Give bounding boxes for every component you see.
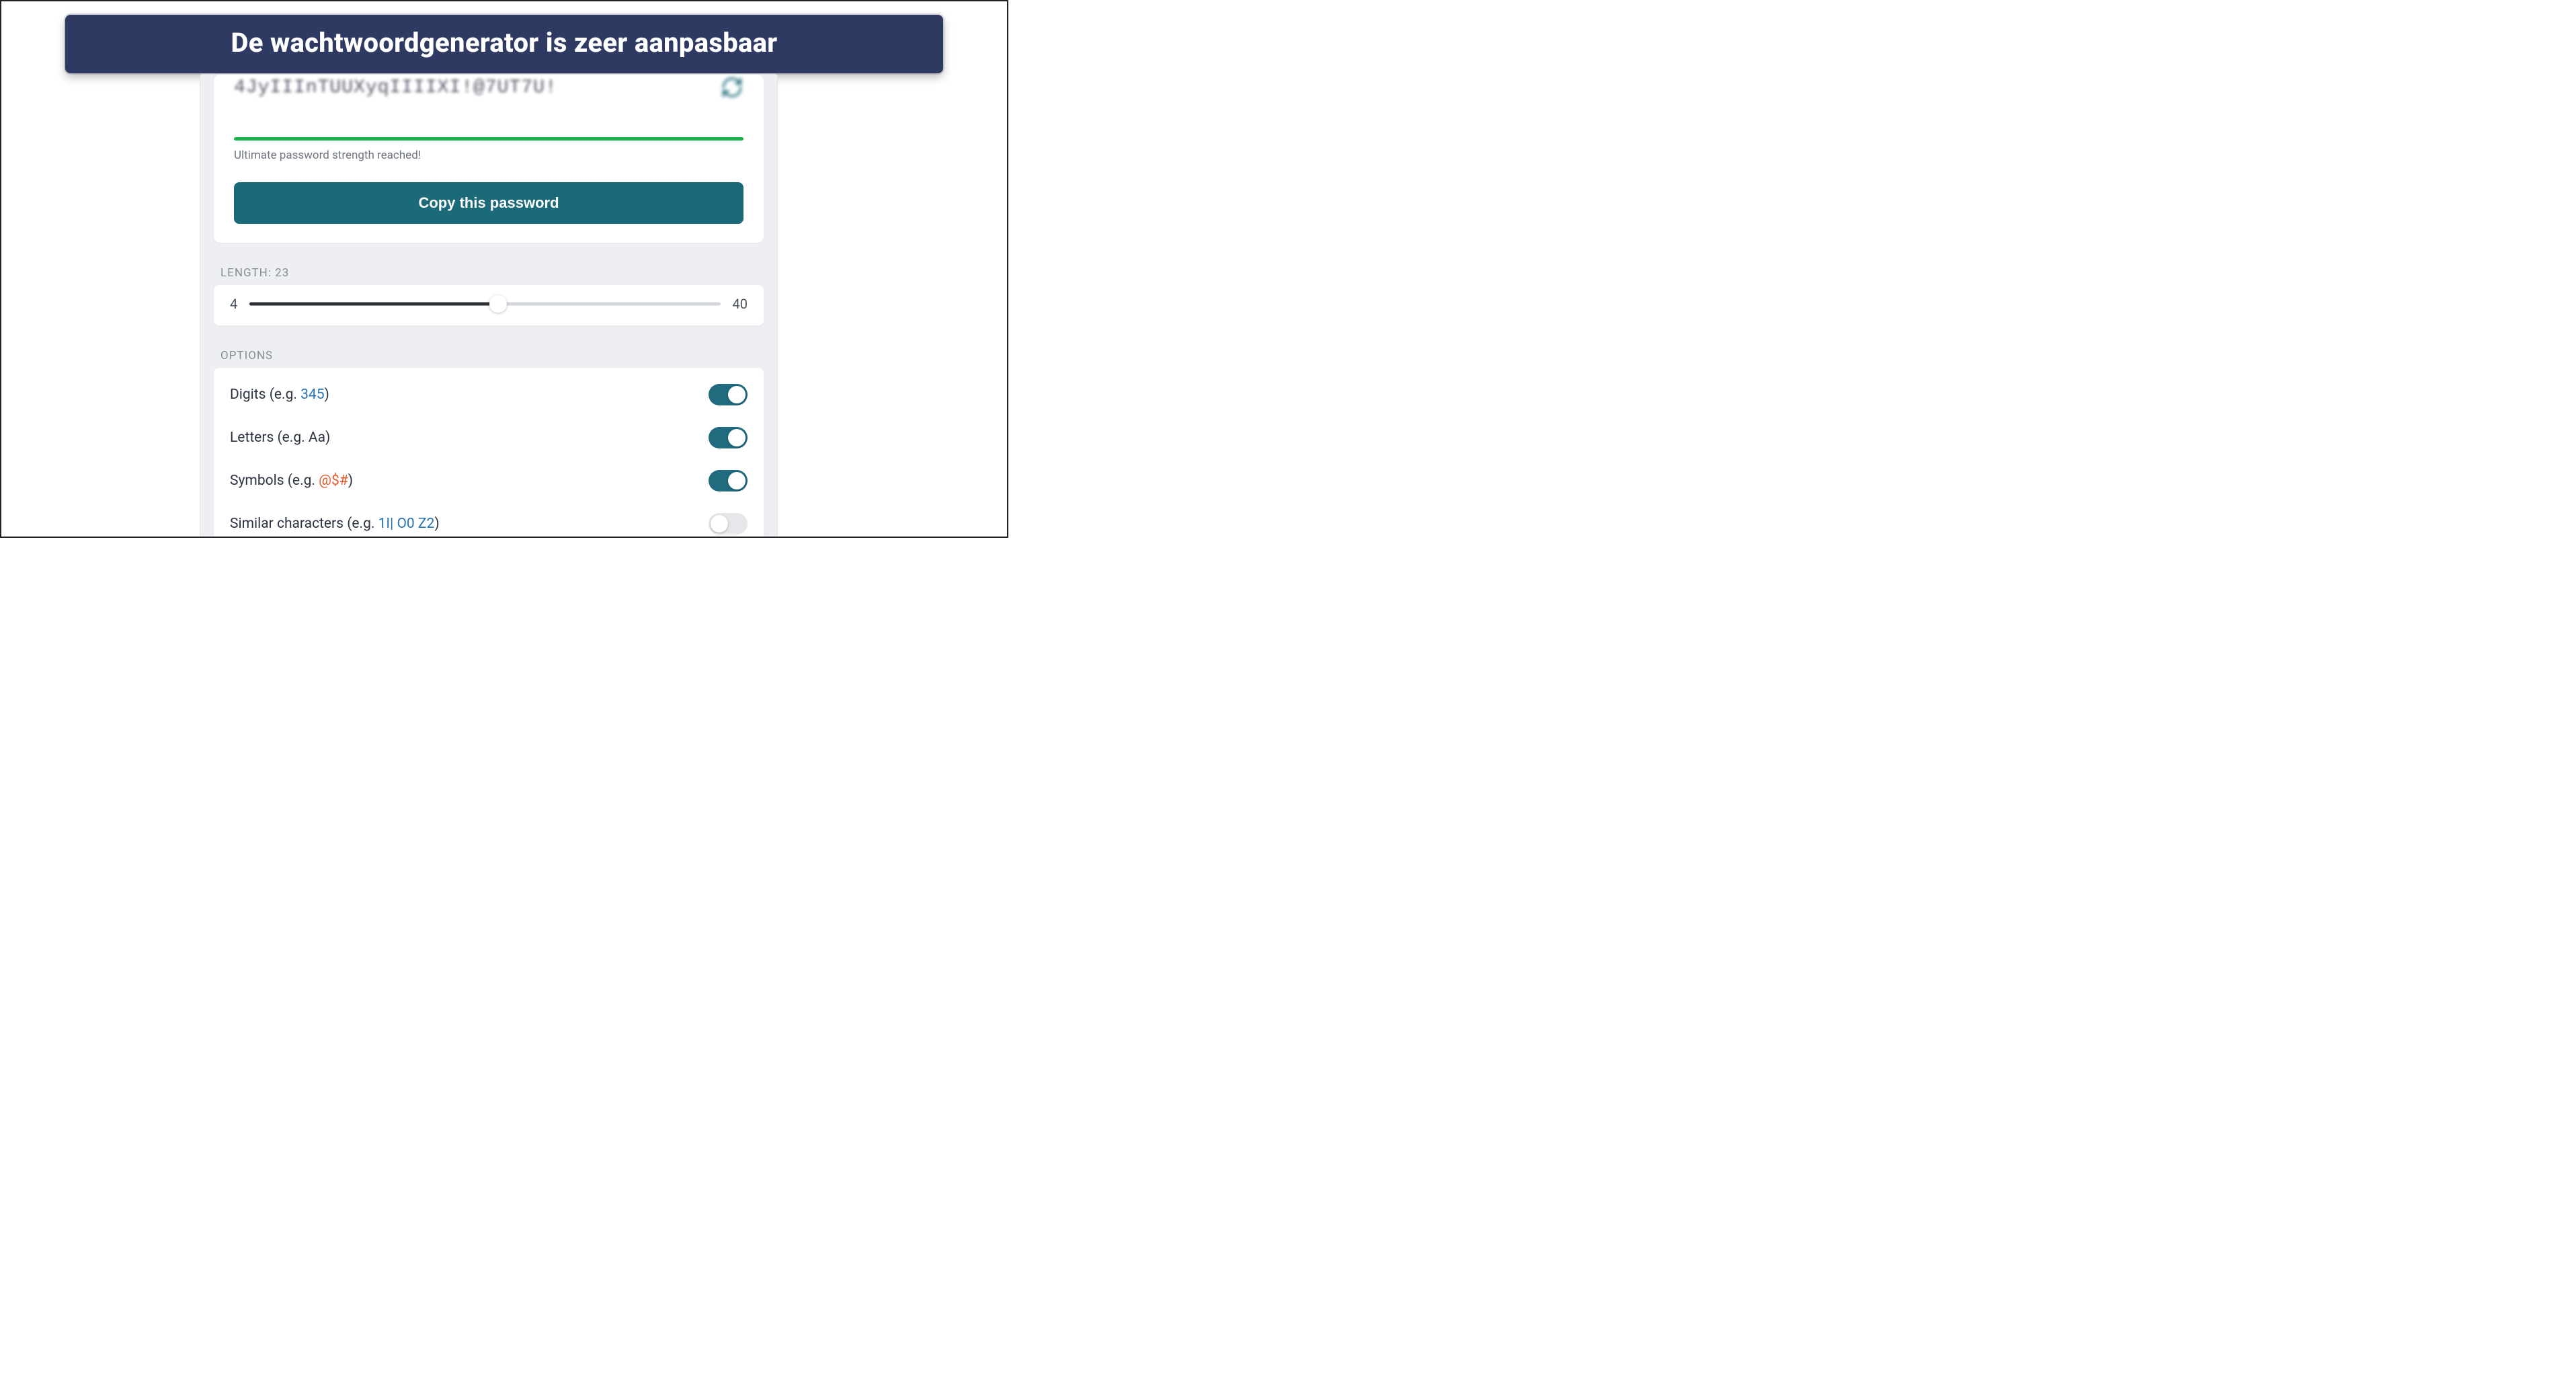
refresh-icon[interactable] — [721, 76, 743, 99]
length-slider[interactable] — [249, 297, 720, 311]
length-label: LENGTH: 23 — [220, 266, 757, 280]
password-row: 4JyIIInTUUXyqIIIIXI!@7UT7U! — [234, 75, 743, 100]
caption-text: De wachtwoordgenerator is zeer aanpasbaa… — [231, 27, 778, 58]
toggle-knob — [711, 515, 728, 533]
option-label: Letters (e.g. Aa) — [230, 430, 330, 446]
length-slider-card: 4 40 — [214, 285, 764, 325]
password-card: 4JyIIInTUUXyqIIIIXI!@7UT7U! Ultimate pas… — [214, 75, 764, 243]
option-label: Digits (e.g. 345) — [230, 387, 329, 403]
toggle-knob — [728, 472, 746, 489]
strength-text: Ultimate password strength reached! — [234, 149, 743, 162]
caption-banner: De wachtwoordgenerator is zeer aanpasbaa… — [65, 15, 943, 73]
slider-thumb[interactable] — [489, 295, 507, 313]
option-toggle[interactable] — [709, 470, 748, 491]
option-row: Symbols (e.g. @$#) — [230, 459, 748, 502]
option-label: Symbols (e.g. @$#) — [230, 473, 353, 489]
length-min: 4 — [230, 296, 237, 312]
options-header: OPTIONS — [220, 349, 757, 362]
generator-panel: 4JyIIInTUUXyqIIIIXI!@7UT7U! Ultimate pas… — [200, 74, 778, 537]
option-toggle[interactable] — [709, 384, 748, 405]
slider-track-fill — [249, 303, 498, 306]
option-row: Similar characters (e.g. 1I| O0 Z2) — [230, 502, 748, 537]
generated-password: 4JyIIInTUUXyqIIIIXI!@7UT7U! — [234, 77, 557, 98]
toggle-knob — [728, 386, 746, 403]
option-row: Digits (e.g. 345) — [230, 373, 748, 416]
strength-bar — [234, 137, 743, 141]
options-card: Digits (e.g. 345) Letters (e.g. Aa) Symbol… — [214, 368, 764, 537]
length-max: 40 — [733, 296, 748, 312]
option-toggle[interactable] — [709, 513, 748, 535]
toggle-knob — [728, 429, 746, 446]
option-row: Letters (e.g. Aa) — [230, 416, 748, 459]
copy-password-button[interactable]: Copy this password — [234, 182, 743, 224]
option-toggle[interactable] — [709, 427, 748, 448]
option-label: Similar characters (e.g. 1I| O0 Z2) — [230, 516, 440, 532]
